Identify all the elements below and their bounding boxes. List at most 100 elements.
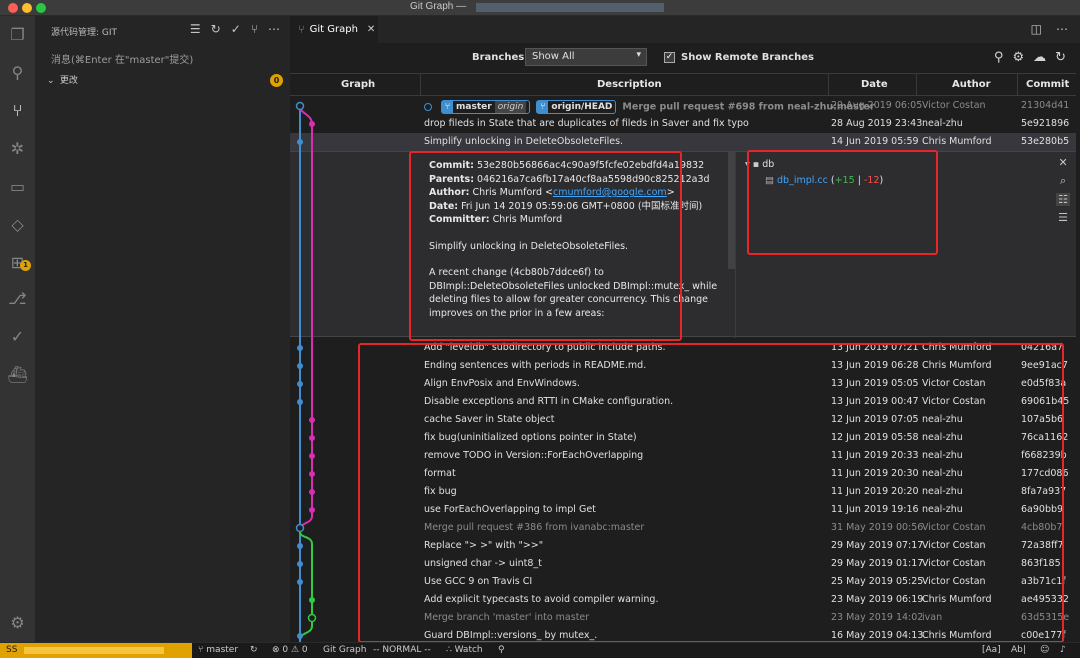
- row-author: Victor Costan: [922, 100, 986, 111]
- col-divider[interactable]: [420, 74, 421, 96]
- changes-section[interactable]: ⌄ 更改 0: [47, 73, 283, 87]
- git-lens-icon[interactable]: ◇: [7, 214, 28, 235]
- problems-status[interactable]: ⊗ 0 ⚠ 0: [272, 645, 308, 655]
- source-control-icon[interactable]: ⑂: [7, 100, 28, 121]
- status-bar: SS ⑂ master ↻ ⊗ 0 ⚠ 0 Git Graph -- NORMA…: [0, 642, 1080, 658]
- find-icon[interactable]: ⚲: [994, 50, 1004, 65]
- files-icon[interactable]: ❐: [7, 24, 28, 45]
- col-divider[interactable]: [916, 74, 917, 96]
- close-tab-icon[interactable]: ✕: [367, 24, 375, 35]
- match-case-status[interactable]: [Aa]: [982, 645, 1001, 655]
- branch-icon: ⑂: [537, 101, 549, 113]
- whole-word-status[interactable]: Ab|: [1011, 645, 1026, 655]
- source-control-sidebar: 源代码管理: GIT ☰ ↻ ✓ ⑂ ⋯ 消息(⌘Enter 在"master"…: [35, 16, 290, 642]
- feedback-icon[interactable]: ☺: [1040, 645, 1049, 655]
- row-description: drop fileds in State that are duplicates…: [424, 118, 749, 129]
- col-divider[interactable]: [1017, 74, 1018, 96]
- debug-icon[interactable]: ✲: [7, 138, 28, 159]
- watch-status[interactable]: ∴ Watch: [446, 645, 483, 655]
- more-actions-icon[interactable]: ⋯: [1056, 22, 1068, 36]
- split-editor-icon[interactable]: ◫: [1031, 22, 1042, 36]
- branch-icon: ⑂: [442, 101, 454, 113]
- more-icon[interactable]: ⋯: [268, 22, 280, 36]
- changes-count-badge: 0: [270, 74, 283, 87]
- remote-icon[interactable]: ▭: [7, 176, 28, 197]
- head-indicator-icon: [424, 103, 432, 111]
- docker-icon[interactable]: ⛴: [7, 364, 28, 385]
- notifications-icon[interactable]: ♪: [1060, 645, 1066, 655]
- commit-node: [297, 633, 303, 639]
- git-graph-status[interactable]: Git Graph: [323, 645, 366, 655]
- row-commit: 53e280b5: [1021, 136, 1070, 147]
- sidebar-toolbar: ☰ ↻ ✓ ⑂ ⋯: [190, 22, 280, 36]
- commit-node: [297, 543, 303, 549]
- row-date: 28 Aug 2019 23:43: [831, 118, 923, 129]
- sidebar-header: 源代码管理: GIT: [51, 28, 118, 38]
- branch-ref-origin-head[interactable]: ⑂ origin/HEAD: [536, 100, 617, 114]
- merge-commit-node: [307, 613, 317, 623]
- row-description: Simplify unlocking in DeleteObsoleteFile…: [424, 136, 624, 147]
- commit-node: [297, 363, 303, 369]
- tab-git-graph[interactable]: ⑂ Git Graph ✕: [290, 16, 378, 43]
- col-author[interactable]: Author: [952, 79, 991, 90]
- sync-icon[interactable]: ↻: [250, 645, 258, 655]
- annotation-box-files: [747, 150, 938, 255]
- row-commit: 21304d41: [1021, 100, 1070, 111]
- commit-node: [297, 399, 303, 405]
- search-icon[interactable]: ⚲: [7, 62, 28, 83]
- window-title: Git Graph —: [410, 1, 467, 12]
- changes-label: 更改: [59, 76, 78, 86]
- minimize-window-button[interactable]: [22, 3, 32, 13]
- filter-icon[interactable]: ☰: [190, 22, 201, 36]
- commit-node: [297, 579, 303, 585]
- refresh-icon[interactable]: ↻: [211, 22, 221, 36]
- extensions-badge: 1: [20, 260, 31, 271]
- col-graph[interactable]: Graph: [341, 79, 375, 90]
- chevron-down-icon: ⌄: [47, 76, 55, 86]
- annotation-box-details: [409, 151, 682, 341]
- view-diff-icon[interactable]: ⌕: [1060, 174, 1066, 188]
- refresh-icon[interactable]: ↻: [1055, 50, 1066, 65]
- row-description: ⑂ master origin ⑂ origin/HEAD Merge pull re…: [424, 100, 875, 114]
- branch-icon[interactable]: ⑂: [251, 22, 258, 36]
- branches-label: Branches:: [472, 52, 529, 63]
- branches-dropdown[interactable]: Show All ▾: [525, 48, 647, 66]
- commit-message-input[interactable]: 消息(⌘Enter 在"master"提交): [51, 51, 193, 66]
- commit-node: [297, 139, 303, 145]
- row-author: Chris Mumford: [922, 136, 992, 147]
- fetch-icon[interactable]: ☁: [1033, 50, 1046, 65]
- branch-status[interactable]: ⑂ master: [198, 645, 238, 655]
- list-view-icon[interactable]: ☰: [1058, 211, 1068, 224]
- col-date[interactable]: Date: [861, 79, 888, 90]
- details-scrollbar[interactable]: [728, 152, 735, 269]
- tree-view-icon[interactable]: ☷: [1056, 193, 1070, 206]
- close-details-icon[interactable]: ✕: [1058, 156, 1067, 169]
- show-remote-checkbox[interactable]: ✓: [664, 52, 675, 63]
- settings-gear-icon[interactable]: ⚙: [7, 612, 28, 633]
- maximize-window-button[interactable]: [36, 3, 46, 13]
- row-author: neal-zhu: [922, 118, 963, 129]
- col-commit[interactable]: Commit: [1026, 79, 1069, 90]
- commit-node: [297, 561, 303, 567]
- git-graph-controls: Branches: Show All ▾ ✓ Show Remote Branc…: [290, 43, 1080, 73]
- details-tools: ✕ ⌕ ☷ ☰: [1056, 156, 1070, 224]
- commit-node: [297, 345, 303, 351]
- settings-icon[interactable]: ⚙: [1012, 50, 1024, 65]
- branch-ref-master[interactable]: ⑂ master origin: [441, 100, 531, 114]
- show-remote-label: Show Remote Branches: [681, 52, 814, 63]
- pin-icon[interactable]: ⚲: [498, 645, 505, 655]
- col-divider[interactable]: [828, 74, 829, 96]
- commit-check-icon[interactable]: ✓: [231, 22, 241, 36]
- check-icon[interactable]: ✓: [7, 326, 28, 347]
- branch-icon: ⑂: [198, 645, 204, 655]
- commit-node: [309, 121, 315, 127]
- close-window-button[interactable]: [8, 3, 18, 13]
- git-graph-icon[interactable]: ⎇: [7, 288, 28, 309]
- git-graph-tab-icon: ⑂: [298, 23, 305, 36]
- editor-tab-bar: ⑂ Git Graph ✕ ◫ ⋯: [290, 16, 1080, 43]
- dropdown-caret-icon: ▾: [636, 50, 641, 60]
- col-description[interactable]: Description: [597, 79, 662, 90]
- commit-node: [309, 417, 315, 423]
- remote-redaction: [24, 647, 164, 654]
- table-header: Graph Description Date Author Commit: [290, 73, 1076, 96]
